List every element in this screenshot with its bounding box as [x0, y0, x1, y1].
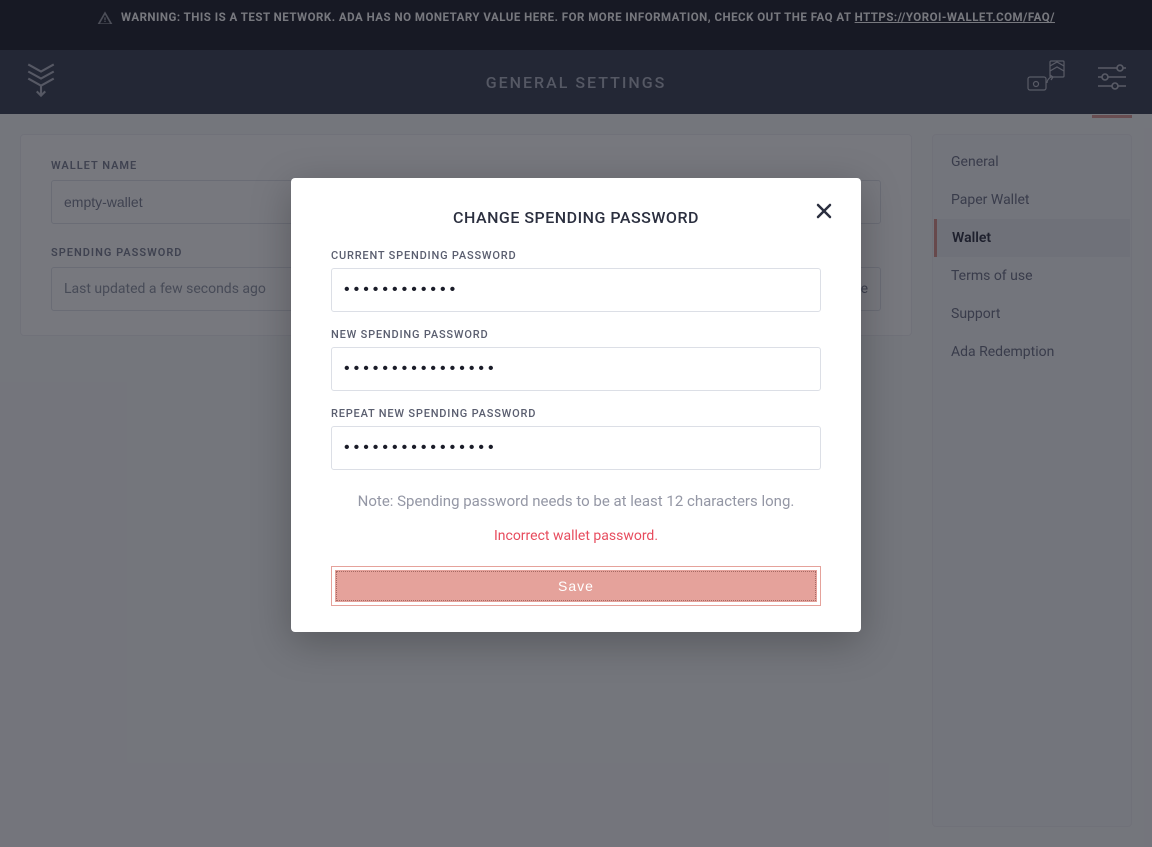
new-password-input[interactable]: [331, 347, 821, 391]
repeat-password-input[interactable]: [331, 426, 821, 470]
modal-overlay: CHANGE SPENDING PASSWORD CURRENT SPENDIN…: [0, 0, 1152, 847]
close-icon[interactable]: [815, 202, 833, 224]
current-password-group: CURRENT SPENDING PASSWORD: [331, 249, 821, 312]
new-password-label: NEW SPENDING PASSWORD: [331, 328, 821, 341]
current-password-label: CURRENT SPENDING PASSWORD: [331, 249, 821, 262]
current-password-input[interactable]: [331, 268, 821, 312]
dialog-error: Incorrect wallet password.: [331, 528, 821, 544]
change-password-dialog: CHANGE SPENDING PASSWORD CURRENT SPENDIN…: [291, 178, 861, 632]
new-password-group: NEW SPENDING PASSWORD: [331, 328, 821, 391]
dialog-title: CHANGE SPENDING PASSWORD: [331, 208, 821, 227]
repeat-password-label: REPEAT NEW SPENDING PASSWORD: [331, 407, 821, 420]
dialog-note: Note: Spending password needs to be at l…: [331, 492, 821, 510]
repeat-password-group: REPEAT NEW SPENDING PASSWORD: [331, 407, 821, 470]
save-button[interactable]: Save: [331, 566, 821, 606]
